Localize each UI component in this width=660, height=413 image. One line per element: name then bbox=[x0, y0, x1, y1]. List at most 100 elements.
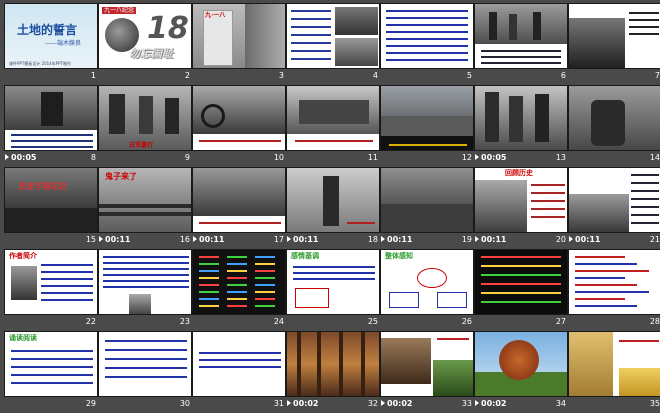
slide-artwork: 九·一八 bbox=[193, 4, 285, 68]
slide-item[interactable]: 11 bbox=[286, 85, 380, 167]
slide-item[interactable]: 24 bbox=[192, 249, 286, 331]
slide-item[interactable]: 00:02 32 bbox=[286, 331, 380, 413]
slide-thumbnail[interactable]: 作者简介 bbox=[4, 249, 98, 315]
slide-item[interactable]: 诵读阅读 29 bbox=[4, 331, 98, 413]
slide-thumbnail[interactable] bbox=[568, 249, 660, 315]
slide-artwork bbox=[287, 4, 379, 68]
slide-thumbnail[interactable]: 土地的誓言 ——端木蕻良 课件PPT模板设计 2014年PPT制作 bbox=[4, 3, 98, 69]
slide-thumbnail[interactable]: 感情基调 bbox=[286, 249, 380, 315]
text-line bbox=[575, 270, 649, 272]
slide-meta: 9 bbox=[98, 153, 192, 166]
slide-thumbnail[interactable]: 九一八纪念 18 勿忘国耻 bbox=[98, 3, 192, 69]
slide-number: 25 bbox=[367, 317, 378, 326]
text-line bbox=[41, 264, 93, 266]
slide-thumbnail[interactable]: 整体感知 bbox=[380, 249, 474, 315]
slide-item[interactable]: 00:02 33 bbox=[380, 331, 474, 413]
slide-item[interactable]: 27 bbox=[474, 249, 568, 331]
slide-thumbnail[interactable] bbox=[568, 331, 660, 397]
slide-item[interactable]: 00:05 13 bbox=[474, 85, 568, 167]
text-line bbox=[575, 284, 637, 286]
photo-shape bbox=[99, 212, 191, 216]
slide-number: 10 bbox=[273, 153, 284, 162]
slide-thumbnail[interactable]: 历史不容忘记 bbox=[4, 167, 98, 233]
slide-item[interactable]: 00:05 8 bbox=[4, 85, 98, 167]
slide-thumbnail[interactable] bbox=[474, 85, 568, 151]
slide-item[interactable]: 00:11 19 bbox=[380, 167, 474, 249]
slide-thumbnail[interactable] bbox=[568, 85, 660, 151]
photo-shape bbox=[109, 94, 125, 134]
slide-item[interactable]: 31 bbox=[192, 331, 286, 413]
slide-thumbnail[interactable] bbox=[98, 331, 192, 397]
caption-line bbox=[199, 140, 281, 142]
slide-item[interactable]: 鬼子来了 00:11 16 bbox=[98, 167, 192, 249]
slide-number: 3 bbox=[278, 71, 284, 80]
slide-item[interactable]: 4 bbox=[286, 3, 380, 85]
slide-item[interactable]: 00:11 18 bbox=[286, 167, 380, 249]
photo-shape bbox=[509, 14, 517, 40]
photo-shape bbox=[475, 180, 527, 232]
slide-thumbnail[interactable] bbox=[474, 249, 568, 315]
slide-item[interactable]: 土地的誓言 ——端木蕻良 课件PPT模板设计 2014年PPT制作 1 bbox=[4, 3, 98, 85]
slide-item[interactable]: 35 bbox=[568, 331, 660, 413]
slide-sorter-grid: 土地的誓言 ——端木蕻良 课件PPT模板设计 2014年PPT制作 1 九一八纪念 18 勿… bbox=[0, 0, 660, 413]
slide-thumbnail[interactable]: 回顾历史 bbox=[474, 167, 568, 233]
slide-item[interactable]: 5 bbox=[380, 3, 474, 85]
text-line bbox=[293, 272, 375, 274]
slide-thumbnail[interactable] bbox=[474, 331, 568, 397]
slide-item[interactable]: 30 bbox=[98, 331, 192, 413]
slide-item[interactable]: 6 bbox=[474, 3, 568, 85]
slide-caption: 日军暴行 bbox=[129, 142, 154, 149]
slide-thumbnail[interactable] bbox=[286, 331, 380, 397]
slide-item[interactable]: 14 bbox=[568, 85, 660, 167]
slide-thumbnail[interactable] bbox=[98, 249, 192, 315]
slide-thumbnail[interactable]: 诵读阅读 bbox=[4, 331, 98, 397]
slide-item[interactable]: 7 bbox=[568, 3, 660, 85]
slide-thumbnail[interactable]: 鬼子来了 bbox=[98, 167, 192, 233]
slide-thumbnail[interactable] bbox=[286, 3, 380, 69]
slide-item[interactable]: 九·一八 3 bbox=[192, 3, 286, 85]
text-line bbox=[531, 184, 565, 186]
photo-shape bbox=[433, 360, 473, 396]
slide-thumbnail[interactable] bbox=[380, 85, 474, 151]
text-line bbox=[531, 208, 565, 210]
slide-item[interactable]: 10 bbox=[192, 85, 286, 167]
slide-item[interactable]: 28 bbox=[568, 249, 660, 331]
text-line bbox=[386, 38, 468, 40]
slide-item[interactable]: 回顾历史 00:11 20 bbox=[474, 167, 568, 249]
slide-item[interactable]: 00:11 21 bbox=[568, 167, 660, 249]
slide-item[interactable]: 整体感知 26 bbox=[380, 249, 474, 331]
slide-thumbnail[interactable] bbox=[286, 85, 380, 151]
slide-item[interactable]: 12 bbox=[380, 85, 474, 167]
slide-thumbnail[interactable] bbox=[192, 249, 286, 315]
slide-item[interactable]: 日军暴行 9 bbox=[98, 85, 192, 167]
slide-thumbnail[interactable] bbox=[380, 3, 474, 69]
slide-thumbnail[interactable] bbox=[192, 85, 286, 151]
photo-shape bbox=[317, 332, 321, 396]
slide-thumbnail[interactable] bbox=[380, 167, 474, 233]
text-line bbox=[386, 10, 468, 12]
slide-meta: 7 bbox=[568, 71, 660, 84]
slide-number: 13 bbox=[555, 153, 566, 162]
slide-thumbnail[interactable]: 日军暴行 bbox=[98, 85, 192, 151]
slide-item[interactable]: 九一八纪念 18 勿忘国耻 2 bbox=[98, 3, 192, 85]
photo-shape bbox=[99, 204, 191, 208]
slide-thumbnail[interactable] bbox=[4, 85, 98, 151]
slide-item[interactable]: 历史不容忘记 15 bbox=[4, 167, 98, 249]
slide-item[interactable]: 00:11 17 bbox=[192, 167, 286, 249]
play-icon bbox=[381, 236, 385, 242]
slide-meta: 00:02 33 bbox=[380, 399, 474, 412]
slide-thumbnail[interactable] bbox=[192, 331, 286, 397]
slide-thumbnail[interactable] bbox=[474, 3, 568, 69]
slide-item[interactable]: 00:02 34 bbox=[474, 331, 568, 413]
text-line bbox=[481, 292, 561, 294]
slide-thumbnail[interactable] bbox=[192, 167, 286, 233]
slide-thumbnail[interactable] bbox=[380, 331, 474, 397]
slide-thumbnail[interactable] bbox=[568, 167, 660, 233]
slide-thumbnail[interactable] bbox=[568, 3, 660, 69]
slide-thumbnail[interactable] bbox=[286, 167, 380, 233]
text-line bbox=[105, 340, 187, 342]
slide-item[interactable]: 感情基调 25 bbox=[286, 249, 380, 331]
slide-item[interactable]: 23 bbox=[98, 249, 192, 331]
slide-item[interactable]: 作者简介 22 bbox=[4, 249, 98, 331]
slide-thumbnail[interactable]: 九·一八 bbox=[192, 3, 286, 69]
